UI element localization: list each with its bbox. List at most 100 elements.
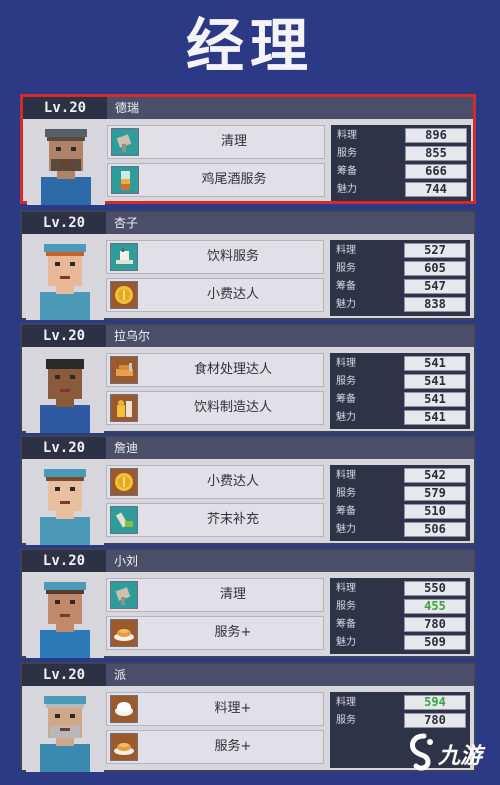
stat-row: 筹备 666 [331, 163, 471, 180]
stat-row: 料理 541 [330, 355, 470, 372]
stat-value: 666 [405, 164, 467, 179]
drink-tray-icon [110, 243, 138, 271]
stat-label: 魅力 [336, 637, 356, 648]
page-title: 经理 [185, 12, 314, 80]
skill-slot[interactable]: 鸡尾酒服务 [107, 163, 325, 197]
stat-label: 服务 [336, 601, 356, 612]
coin-icon [110, 468, 138, 496]
dish-plate-icon [110, 733, 138, 761]
stat-label: 料理 [337, 130, 357, 141]
stat-row: 筹备 541 [330, 391, 470, 408]
skill-label: 小费达人 [206, 474, 259, 489]
stat-label: 魅力 [336, 412, 356, 423]
stat-value: 542 [404, 468, 466, 483]
card-header: Lv.20 詹迪 [22, 437, 474, 459]
skill-slot[interactable]: 食材处理达人 [106, 353, 324, 387]
skill-list: 饮料服务 小费达人 [106, 240, 324, 316]
stat-row: 魅力 506 [330, 521, 470, 538]
skill-slot[interactable]: 清理 [107, 125, 325, 159]
manager-name: 派 [114, 668, 127, 682]
stat-row: 筹备 547 [330, 278, 470, 295]
stats-panel: 料理 896 服务 855 筹备 666 魅力 744 [331, 125, 471, 201]
stat-value: 509 [404, 635, 466, 650]
watermark: 九游 [404, 724, 500, 785]
watermark-text: 九游 [438, 744, 483, 769]
stat-label: 魅力 [336, 524, 356, 535]
stat-label: 服务 [336, 263, 356, 274]
ingredient-prep-icon [110, 356, 138, 384]
skill-slot[interactable]: 饮料制造达人 [106, 391, 324, 425]
stat-value: 896 [405, 128, 467, 143]
manager-portrait [26, 461, 104, 545]
manager-card[interactable]: Lv.20 杏子 饮料服务 小费达人 料理 527 服务 605 筹备 547 魅力 838 [20, 210, 476, 320]
stat-label: 料理 [336, 583, 356, 594]
stat-label: 服务 [336, 488, 356, 499]
card-header: Lv.20 德瑞 [23, 97, 473, 119]
skill-slot[interactable]: 料理+ [106, 692, 324, 726]
stat-value: 838 [404, 297, 466, 312]
level-badge: Lv.20 [22, 550, 106, 572]
manager-portrait [26, 236, 104, 320]
stat-row: 料理 542 [330, 467, 470, 484]
manager-card[interactable]: Lv.20 德瑞清理鸡尾酒服务 料理 896 服务 855 筹备 666 魅力 744 [20, 94, 476, 205]
manager-card[interactable]: Lv.20 拉乌尔 食材处理达人 饮料制造达人 料理 541 服务 541 筹备 541 魅力 541 [20, 323, 476, 433]
cleaning-cloth-icon [111, 128, 139, 156]
skill-label: 料理+ [214, 701, 252, 716]
stat-label: 筹备 [336, 394, 356, 405]
level-badge: Lv.20 [22, 664, 106, 686]
stat-label: 料理 [336, 358, 356, 369]
stat-row: 魅力 744 [331, 181, 471, 198]
manager-card[interactable]: Lv.20 小刘 清理 服务+ 料理 550 服务 455 筹备 780 魅力 509 [20, 548, 476, 658]
coin-icon [110, 281, 138, 309]
card-header: Lv.20 小刘 [22, 550, 474, 572]
stat-row: 服务 605 [330, 260, 470, 277]
stat-label: 筹备 [336, 506, 356, 517]
manager-portrait [26, 349, 104, 433]
stat-row: 料理 527 [330, 242, 470, 259]
stats-panel: 料理 550 服务 455 筹备 780 魅力 509 [330, 578, 470, 654]
skill-list: 小费达人 芥末补充 [106, 465, 324, 541]
manager-name: 詹迪 [114, 441, 139, 455]
level-badge: Lv.20 [23, 97, 107, 119]
skill-label: 食材处理达人 [193, 362, 272, 377]
card-header: Lv.20 杏子 [22, 212, 474, 234]
stat-label: 筹备 [337, 166, 357, 177]
manager-card[interactable]: Lv.20 詹迪 小费达人 芥末补充 料理 542 服务 579 筹备 510 魅力 506 [20, 435, 476, 545]
skill-slot[interactable]: 小费达人 [106, 465, 324, 499]
skill-slot[interactable]: 服务+ [106, 616, 324, 650]
stat-value: 506 [404, 522, 466, 537]
stat-label: 料理 [336, 470, 356, 481]
stats-panel: 料理 541 服务 541 筹备 541 魅力 541 [330, 353, 470, 429]
stat-value: 579 [404, 486, 466, 501]
stats-panel: 料理 527 服务 605 筹备 547 魅力 838 [330, 240, 470, 316]
skill-slot[interactable]: 服务+ [106, 730, 324, 764]
stat-row: 服务 855 [331, 145, 471, 162]
stat-row: 料理 896 [331, 127, 471, 144]
stat-label: 料理 [336, 245, 356, 256]
manager-name: 小刘 [114, 554, 139, 568]
card-header: Lv.20 派 [22, 664, 474, 686]
skill-slot[interactable]: 芥末补充 [106, 503, 324, 537]
cleaning-cloth-icon [110, 581, 138, 609]
skill-slot[interactable]: 清理 [106, 578, 324, 612]
stat-row: 魅力 509 [330, 634, 470, 651]
skill-label: 饮料制造达人 [193, 400, 272, 415]
stat-row: 筹备 780 [330, 616, 470, 633]
skill-slot[interactable]: 饮料服务 [106, 240, 324, 274]
skill-label: 芥末补充 [206, 512, 259, 527]
level-badge: Lv.20 [22, 437, 106, 459]
stat-row: 魅力 541 [330, 409, 470, 426]
manager-portrait [26, 688, 104, 772]
skill-slot[interactable]: 小费达人 [106, 278, 324, 312]
stat-label: 筹备 [336, 281, 356, 292]
stat-row: 服务 541 [330, 373, 470, 390]
stat-label: 服务 [337, 148, 357, 159]
stat-label: 魅力 [337, 184, 357, 195]
stat-value: 547 [404, 279, 466, 294]
rice-bowl-icon [110, 695, 138, 723]
stat-value: 541 [404, 374, 466, 389]
stat-label: 筹备 [336, 619, 356, 630]
stat-row: 服务 579 [330, 485, 470, 502]
dish-plate-icon [110, 619, 138, 647]
manager-name: 德瑞 [115, 101, 140, 115]
